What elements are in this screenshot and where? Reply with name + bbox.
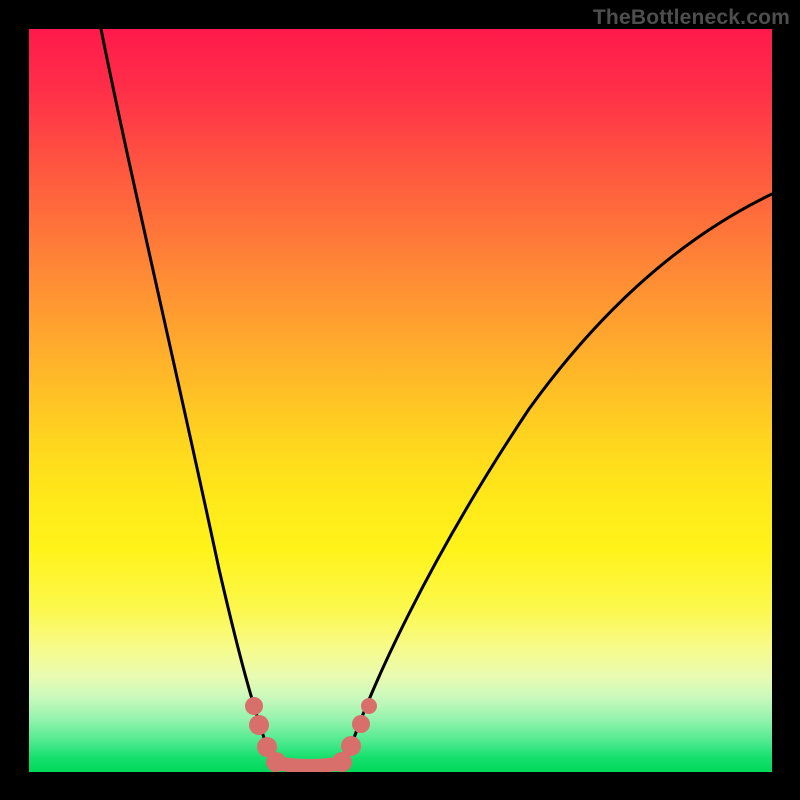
bead-icon — [361, 698, 377, 714]
right-curve — [345, 194, 772, 764]
watermark-text: TheBottleneck.com — [593, 6, 790, 30]
bead-icon — [352, 715, 370, 733]
left-curve — [101, 29, 273, 764]
bead-icon — [245, 697, 263, 715]
curve-layer — [29, 29, 772, 772]
bead-icon — [266, 752, 286, 772]
bead-icon — [249, 715, 269, 735]
bead-icon — [341, 736, 361, 756]
outer-frame: TheBottleneck.com — [0, 0, 800, 800]
plot-area — [29, 29, 772, 772]
